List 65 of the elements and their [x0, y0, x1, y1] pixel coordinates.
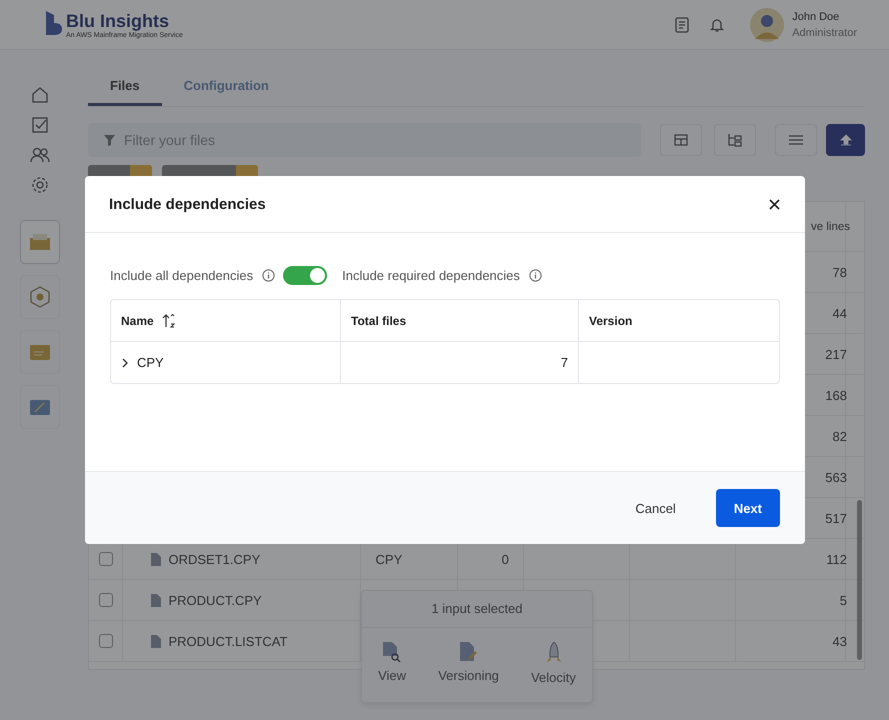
- column-header: ve lines: [811, 220, 850, 232]
- tab[interactable]: Configuration: [162, 74, 291, 106]
- upload-icon: [840, 134, 852, 146]
- table-cell: 82: [832, 428, 847, 444]
- table-cell: 0: [502, 552, 509, 566]
- table-cell: 517: [825, 510, 847, 526]
- table-cell: 563: [825, 470, 847, 484]
- chevron-icon[interactable]: [121, 358, 129, 368]
- file-name: PRODUCT.CPY: [168, 592, 262, 608]
- info-icon[interactable]: [528, 269, 542, 282]
- info-icon[interactable]: [262, 269, 276, 282]
- upload-button[interactable]: [826, 124, 865, 156]
- file-icon: [150, 594, 160, 606]
- action-button[interactable]: Velocity: [527, 642, 580, 685]
- tab[interactable]: Files: [88, 74, 162, 106]
- table-cell: CPY: [137, 355, 164, 370]
- logo-icon: [44, 10, 64, 36]
- option-label: Include required dependencies: [342, 268, 520, 283]
- option-label: Include all dependencies: [110, 268, 254, 283]
- table-cell: 78: [832, 264, 847, 280]
- settings-button[interactable]: [775, 124, 817, 156]
- lines-icon: [789, 134, 803, 146]
- file-name: PRODUCT.LISTCAT: [168, 634, 288, 648]
- table-cell: 112: [826, 552, 847, 566]
- cancel-button[interactable]: Cancel: [617, 489, 694, 527]
- bell-icon[interactable]: [710, 16, 724, 32]
- table-cell: 5: [840, 592, 847, 608]
- toggle-switch[interactable]: [283, 266, 328, 285]
- table-cell: 7: [560, 355, 568, 370]
- row-checkbox[interactable]: [98, 634, 113, 648]
- close-icon[interactable]: [769, 198, 780, 210]
- file-icon: [150, 634, 160, 648]
- table-view-button[interactable]: [660, 124, 702, 156]
- action-button[interactable]: View: [374, 642, 410, 685]
- table-cell: 168: [825, 388, 847, 402]
- row-checkbox[interactable]: [98, 593, 113, 607]
- file-search-icon: [383, 642, 402, 662]
- table-cell: CPY: [376, 552, 402, 566]
- scrollbar[interactable]: [857, 500, 862, 660]
- rocket-icon: [546, 642, 560, 664]
- action-button[interactable]: Versioning: [434, 642, 503, 685]
- sort-icon[interactable]: [162, 314, 176, 328]
- column-header: Total files: [351, 314, 406, 328]
- brand-name: Blu Insights: [66, 10, 170, 32]
- user-name: John Doe: [792, 10, 840, 24]
- tree-icon: [727, 133, 743, 147]
- book-icon[interactable]: [675, 16, 690, 32]
- avatar[interactable]: [750, 8, 784, 42]
- file-icon: [150, 552, 160, 566]
- table-icon: [674, 134, 688, 146]
- file-edit-icon: [460, 642, 478, 662]
- user-role: Administrator: [792, 26, 857, 40]
- next-button[interactable]: Next: [716, 489, 780, 527]
- column-header: Version: [589, 314, 632, 328]
- filter-icon: [104, 135, 115, 146]
- file-name: ORDSET1.CPY: [168, 552, 260, 566]
- table-cell: 43: [832, 634, 847, 648]
- table-cell: 217: [825, 346, 847, 362]
- row-checkbox[interactable]: [98, 552, 113, 566]
- dialog-title: Include dependencies: [109, 196, 266, 212]
- selection-count: 1 input selected: [362, 591, 592, 628]
- tree-view-button[interactable]: [714, 124, 756, 156]
- table-cell: 44: [832, 306, 847, 320]
- column-header: Name: [121, 314, 154, 328]
- screen-icon[interactable]: [20, 385, 60, 429]
